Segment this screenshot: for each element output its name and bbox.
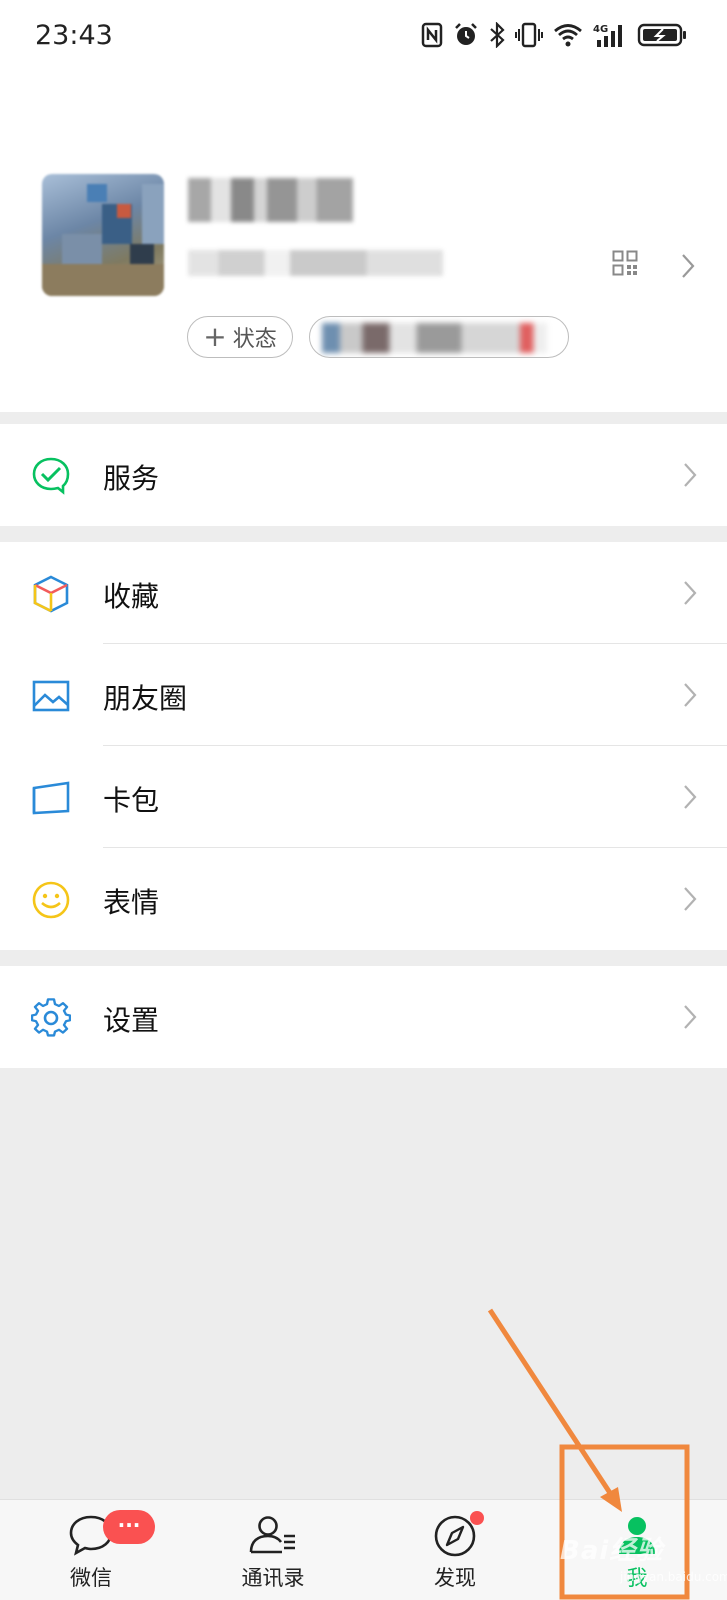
wifi-icon (554, 24, 582, 47)
menu-item-favorites[interactable]: 收藏 (0, 542, 727, 644)
menu-item-stickers[interactable]: 表情 (0, 848, 727, 950)
gear-icon (31, 998, 71, 1037)
discover-red-dot (470, 1511, 484, 1525)
unread-badge: ··· (103, 1510, 155, 1544)
status-icons: 4G (421, 20, 687, 50)
nickname-blurred (188, 178, 353, 222)
menu-item-services[interactable]: 服务 (0, 424, 727, 526)
menu-item-moments[interactable]: 朋友圈 (0, 644, 727, 746)
chevron-right-icon (684, 463, 697, 487)
watermark: Bai经验 (560, 1536, 664, 1566)
chevron-right-icon (684, 887, 697, 911)
nfc-icon (421, 22, 443, 48)
alarm-icon (455, 23, 477, 45)
contacts-icon (249, 1516, 295, 1554)
chevron-right-icon (684, 1005, 697, 1029)
menu-label-cards: 卡包 (103, 784, 160, 817)
watermark-sub: jingyan.baidu.com (620, 1570, 727, 1584)
qr-code-icon[interactable] (612, 250, 638, 276)
status-bar: 23:43 4G (0, 0, 727, 72)
avatar[interactable] (42, 174, 164, 296)
menu-item-settings[interactable]: 设置 (0, 966, 727, 1068)
friend-status-pill[interactable] (309, 316, 569, 358)
menu-group-services: 服务 (0, 424, 727, 526)
friend-status-blurred (322, 323, 547, 353)
status-button-label: 状态 (232, 327, 277, 352)
menu-label-settings: 设置 (103, 1004, 160, 1037)
wechat-pay-icon (32, 457, 70, 495)
vibrate-icon (515, 22, 543, 48)
add-status-button[interactable]: + 状态 (187, 316, 293, 358)
battery-charging-icon (637, 23, 686, 47)
menu-label-favorites: 收藏 (103, 580, 160, 613)
tab-contacts[interactable]: 通讯录 (182, 1500, 364, 1600)
menu-label-stickers: 表情 (103, 886, 160, 919)
profile-card[interactable]: + 状态 (0, 72, 727, 412)
chevron-right-icon (684, 785, 697, 809)
tab-chats[interactable]: ··· 微信 (0, 1500, 182, 1600)
tab-label-chats: 微信 (70, 1566, 112, 1590)
tab-label-contacts: 通讯录 (241, 1566, 305, 1590)
signal-4g-icon: 4G (593, 24, 622, 47)
plus-icon: + (203, 320, 227, 353)
menu-group-main: 收藏 朋友圈 卡包 表情 (0, 542, 727, 950)
smiley-icon (32, 881, 70, 919)
bluetooth-icon (490, 22, 505, 48)
cube-icon (33, 575, 69, 613)
annotation-arrow (487, 1308, 615, 1498)
tab-label-discover: 发现 (434, 1566, 476, 1590)
image-icon (32, 680, 70, 712)
svg-text:4G: 4G (593, 24, 608, 35)
chevron-right-icon (684, 581, 697, 605)
chevron-right-icon[interactable] (680, 252, 696, 280)
tab-discover[interactable]: 发现 (364, 1500, 546, 1600)
wechat-id-blurred (188, 250, 443, 276)
menu-label-moments: 朋友圈 (103, 682, 188, 715)
card-icon (32, 781, 70, 815)
status-time: 23:43 (35, 20, 113, 51)
menu-group-settings: 设置 (0, 966, 727, 1068)
chevron-right-icon (684, 683, 697, 707)
menu-item-cards[interactable]: 卡包 (0, 746, 727, 848)
menu-label-services: 服务 (103, 462, 160, 495)
